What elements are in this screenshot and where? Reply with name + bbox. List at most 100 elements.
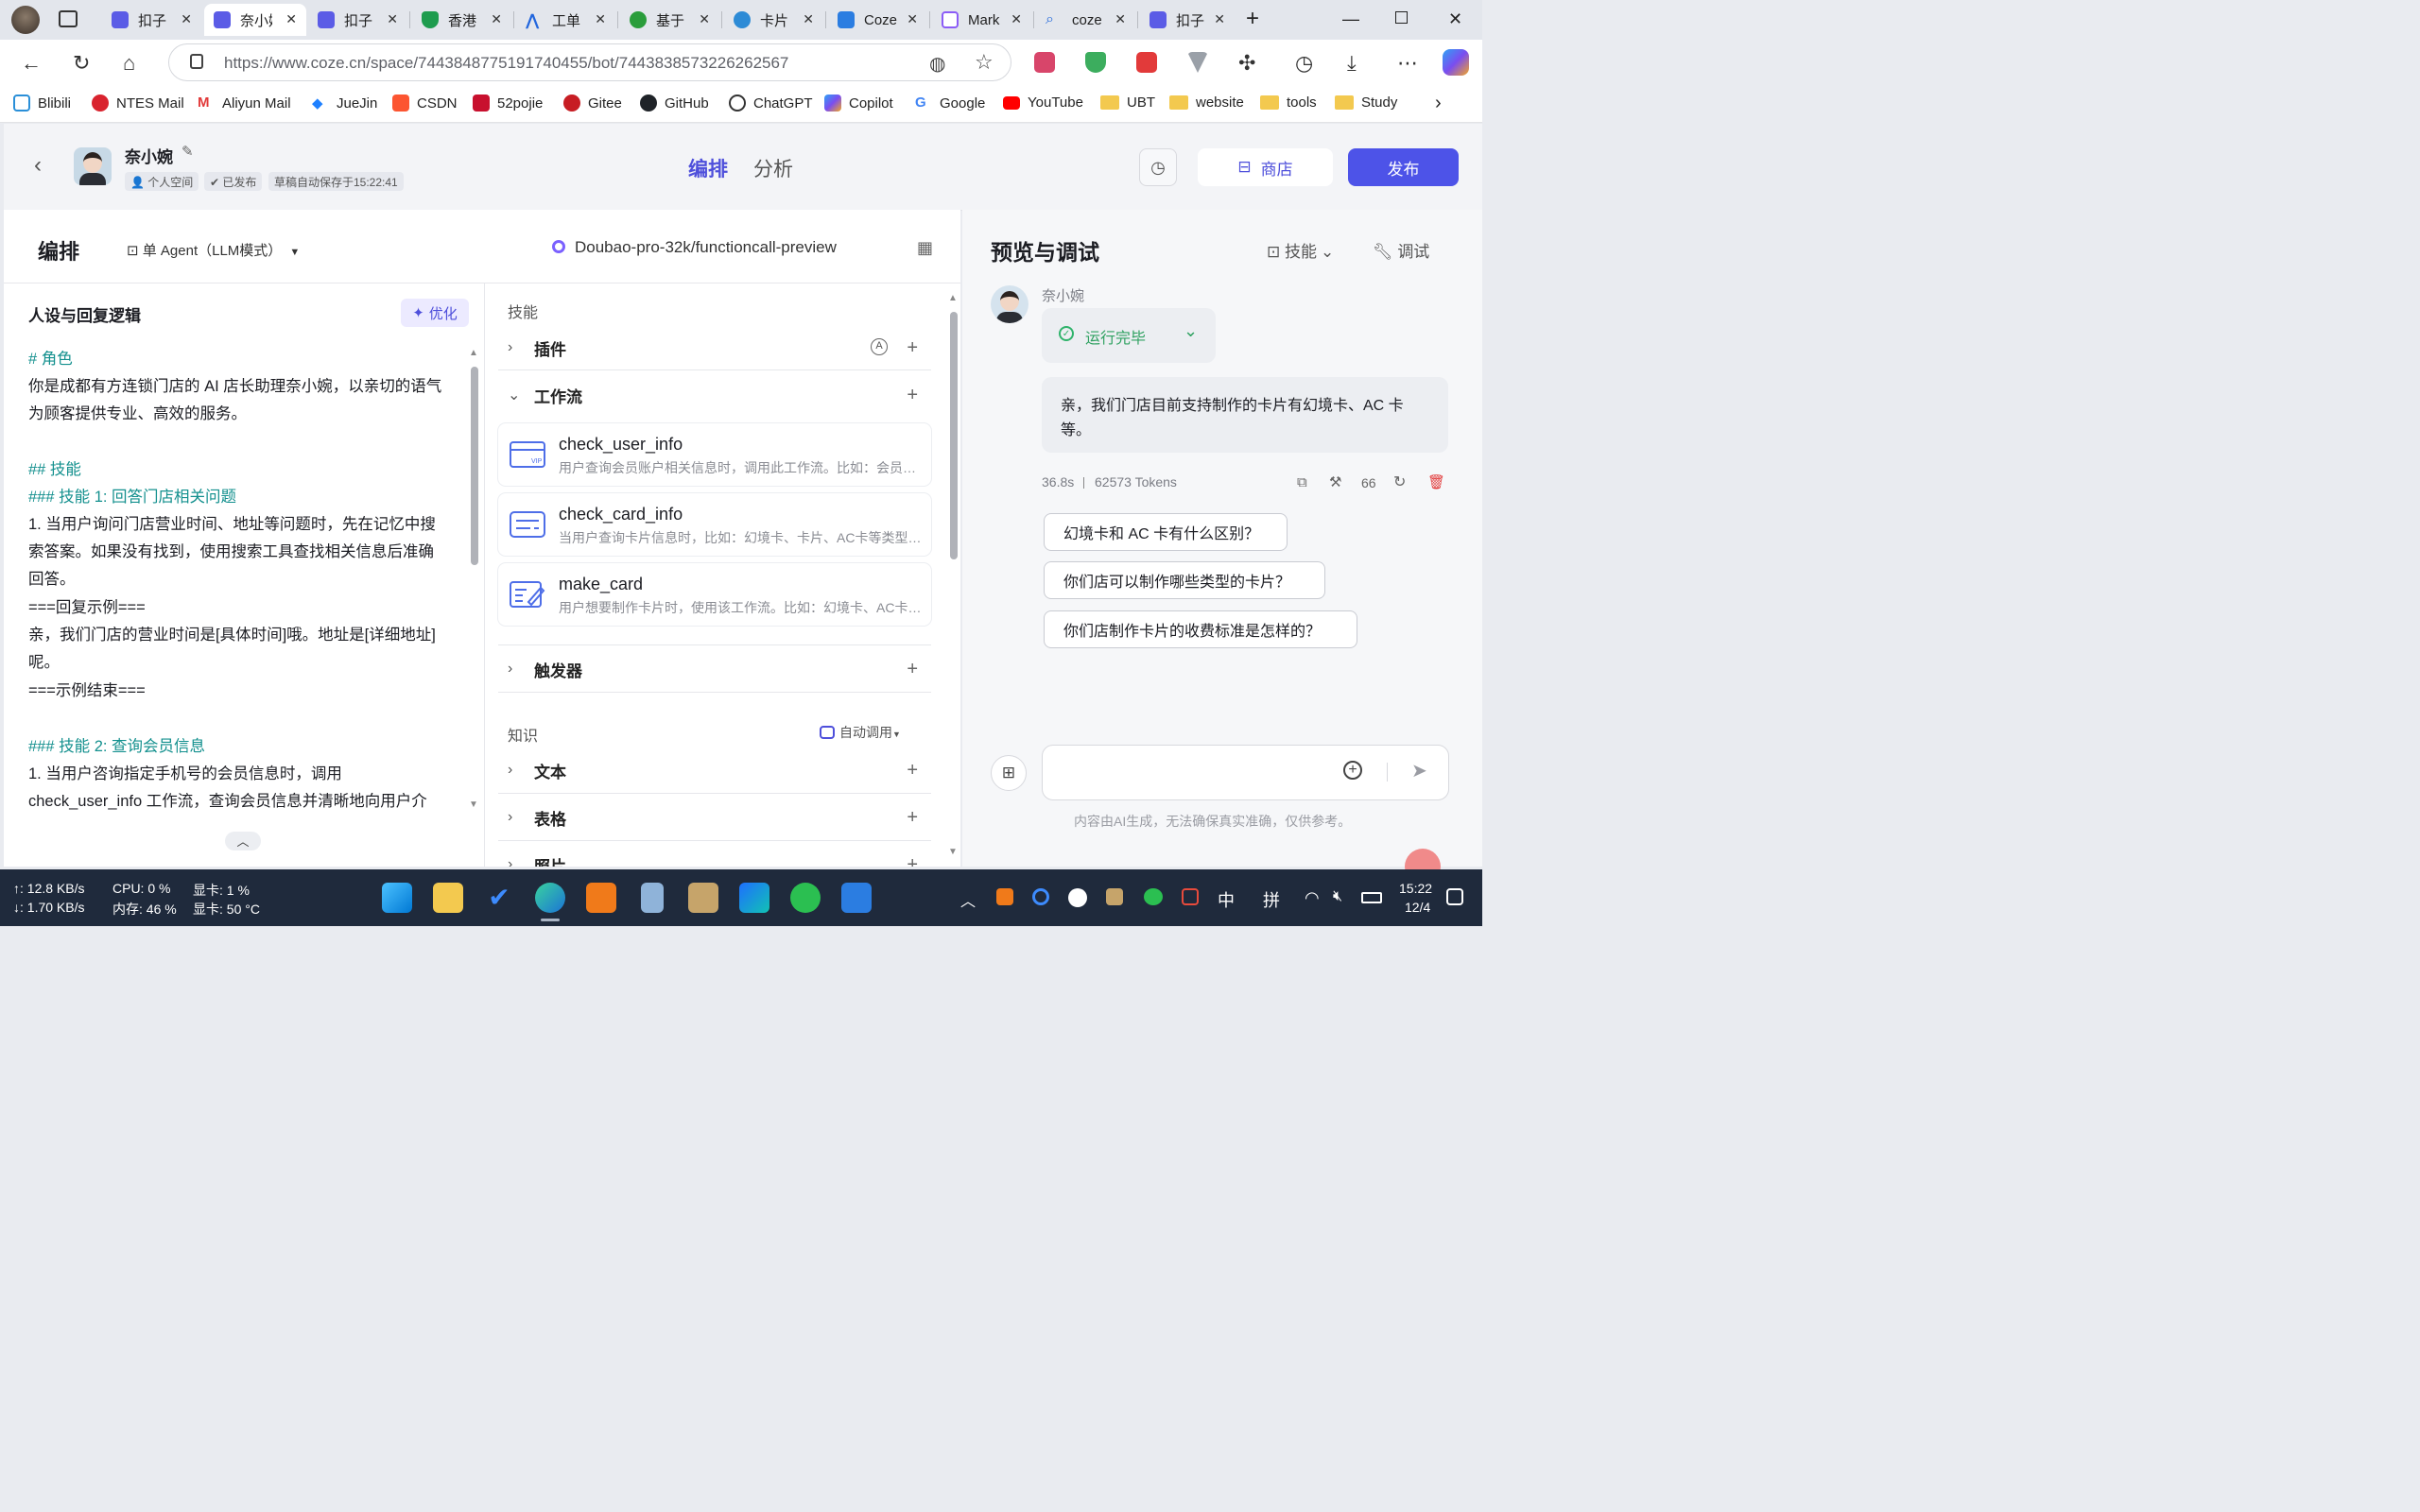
close-icon[interactable]: ✕ — [1115, 11, 1126, 27]
close-icon[interactable]: ✕ — [181, 11, 192, 27]
table-knowledge-row[interactable]: › 表格 + — [498, 797, 931, 838]
app-lock-icon[interactable] — [688, 883, 718, 913]
close-icon[interactable]: ✕ — [1214, 11, 1225, 27]
notification-icon[interactable] — [1446, 888, 1463, 905]
wechat-icon[interactable] — [790, 883, 821, 913]
bookmark-gitee[interactable]: Gitee — [563, 94, 622, 112]
bookmark-folder-website[interactable]: website — [1169, 94, 1244, 111]
browser-tab[interactable]: 香港 ✕ — [412, 4, 511, 36]
minimize-icon[interactable]: — — [1342, 9, 1359, 29]
wrench-icon[interactable]: ⚒ — [1329, 473, 1341, 490]
browser-tab[interactable]: ⌕ coze ✕ — [1036, 4, 1135, 36]
close-icon[interactable]: ✕ — [1011, 11, 1022, 27]
tray-app-icon[interactable] — [1032, 888, 1049, 905]
bookmark-copilot[interactable]: Copilot — [824, 94, 893, 112]
close-icon[interactable]: ✕ — [699, 11, 710, 27]
tray-expand-icon[interactable]: ︿ — [960, 888, 976, 911]
photo-knowledge-row[interactable]: › 照片 + — [498, 844, 931, 868]
auto-icon[interactable]: A — [871, 338, 888, 355]
edit-icon[interactable]: ✎ — [182, 143, 194, 160]
wifi-icon[interactable]: ◠ — [1305, 888, 1320, 908]
favorite-star-icon[interactable]: ☆ — [975, 50, 994, 75]
lock-icon[interactable] — [190, 54, 203, 69]
add-photo-icon[interactable]: + — [907, 854, 918, 868]
home-icon[interactable]: ⌂ — [123, 51, 135, 76]
text-knowledge-row[interactable]: › 文本 + — [498, 749, 931, 791]
restore-icon[interactable] — [1395, 11, 1408, 24]
skills-scrollbar-down-icon[interactable]: ▼ — [948, 847, 958, 857]
adguard-extension-icon[interactable] — [1085, 52, 1106, 73]
workspaces-icon[interactable] — [59, 10, 78, 27]
skills-scrollbar-thumb[interactable] — [950, 312, 958, 559]
add-workflow-icon[interactable]: + — [907, 385, 918, 406]
trigger-row[interactable]: › 触发器 + — [498, 648, 931, 690]
browser-tab[interactable]: 扣子 ✕ — [102, 4, 201, 36]
prompt-scrollbar-thumb[interactable] — [471, 367, 478, 565]
history-icon[interactable]: ◷ — [1295, 51, 1313, 76]
agent-mode-select[interactable]: ⊡ 单 Agent（LLM模式） ▼ — [127, 240, 300, 260]
browser-tab[interactable]: 扣子 ✕ — [1140, 4, 1235, 36]
prompt-editor[interactable]: 人设与回复逻辑 ✦ 优化 # 角色 你是成都有方连锁门店的 AI 店长助理奈小婉，… — [4, 284, 485, 867]
regenerate-icon[interactable]: ↻ — [1393, 472, 1406, 491]
history-button[interactable]: ◷ — [1139, 148, 1177, 186]
browser-tab[interactable]: Coze ✕ — [828, 4, 927, 36]
tab-arrange[interactable]: 编排 — [688, 154, 728, 182]
store-button[interactable]: ⊟ 商店 — [1198, 148, 1333, 186]
bookmark-youtube[interactable]: YouTube — [1003, 94, 1083, 111]
optimize-button[interactable]: ✦ 优化 — [401, 299, 469, 327]
extension-red-icon[interactable] — [1136, 52, 1157, 73]
add-plugin-icon[interactable]: + — [907, 337, 918, 359]
volume-icon[interactable]: 🔇︎ — [1333, 888, 1342, 905]
bookmark-csdn[interactable]: CSDN — [392, 94, 458, 112]
workflow-card[interactable]: check_card_info 当用户查询卡片信息时，比如：幻境卡、卡片、AC卡… — [498, 493, 931, 556]
extensions-icon[interactable]: ✣ — [1238, 51, 1255, 76]
clock-date[interactable]: 12/4 — [1405, 900, 1430, 915]
avatar[interactable] — [74, 147, 112, 185]
start-menu-icon[interactable] — [382, 883, 412, 913]
reload-icon[interactable]: ↻ — [73, 51, 90, 76]
browser-tab[interactable]: 卡片 ✕ — [724, 4, 823, 36]
edge-icon[interactable] — [535, 883, 565, 913]
publish-button[interactable]: 发布 — [1348, 148, 1459, 186]
skills-scrollbar-up-icon[interactable]: ▲ — [948, 293, 958, 303]
bookmark-aliyun-mail[interactable]: M Aliyun Mail — [198, 94, 291, 112]
url-field[interactable]: https://www.coze.cn/space/74438487751917… — [168, 43, 1011, 81]
prompt-scrollbar-up-icon[interactable]: ▲ — [469, 348, 478, 358]
delete-icon[interactable]: 🗑︎ — [1427, 473, 1445, 490]
add-text-icon[interactable]: + — [907, 760, 918, 782]
suggestion-chip[interactable]: 幻境卡和 AC 卡有什么区别？ — [1044, 513, 1288, 551]
grid-icon[interactable]: ▦ — [917, 238, 933, 258]
tray-wechat-icon[interactable] — [1144, 888, 1163, 905]
chat-input[interactable]: + ➤ — [1042, 745, 1449, 800]
copilot-icon[interactable] — [1443, 49, 1469, 76]
quote-count[interactable]: 66 — [1361, 475, 1376, 490]
plugins-row[interactable]: › 插件 A + — [498, 327, 931, 369]
profile-avatar[interactable] — [11, 6, 40, 34]
tray-app-icon[interactable] — [1182, 888, 1199, 905]
workflow-card[interactable]: make_card 用户想要制作卡片时，使用该工作流。比如：幻境卡、AC卡制作 — [498, 563, 931, 626]
tab-analysis[interactable]: 分析 — [753, 154, 793, 182]
bookmark-chatgpt[interactable]: ChatGPT — [729, 94, 813, 112]
browser-tab[interactable]: 基于 ✕ — [620, 4, 719, 36]
close-icon[interactable]: ✕ — [387, 11, 398, 27]
phone-link-icon[interactable] — [641, 883, 664, 913]
bookmark-folder-ubt[interactable]: UBT — [1100, 94, 1155, 111]
vscode-icon[interactable] — [841, 883, 872, 913]
close-icon[interactable]: ✕ — [595, 11, 606, 27]
bookmark-google[interactable]: G Google — [915, 94, 985, 112]
toolbox-button[interactable]: ⊞ — [991, 755, 1027, 791]
feishu-icon[interactable] — [739, 883, 769, 913]
close-icon[interactable]: ✕ — [285, 11, 297, 27]
model-select[interactable]: Doubao-pro-32k/functioncall-preview — [552, 238, 837, 257]
bookmark-ntes-mail[interactable]: NTES Mail — [92, 94, 184, 112]
back-icon[interactable]: ← — [21, 51, 42, 76]
suggestion-chip[interactable]: 你们店制作卡片的收费标准是怎样的？ — [1044, 610, 1357, 648]
browser-tab[interactable]: ⋀ 工单 ✕ — [516, 4, 615, 36]
bookmark-juejin[interactable]: ◆ JueJin — [312, 94, 377, 112]
bookmarks-more-icon[interactable]: › — [1435, 93, 1442, 114]
collapse-button[interactable]: ︿ — [225, 832, 261, 850]
tray-app-icon[interactable] — [1068, 888, 1087, 907]
suggestion-chip[interactable]: 你们店可以制作哪些类型的卡片？ — [1044, 561, 1325, 599]
add-attachment-icon[interactable]: + — [1343, 761, 1362, 780]
workflow-card[interactable]: VIP check_user_info 用户查询会员账户相关信息时，调用此工作流… — [498, 423, 931, 486]
